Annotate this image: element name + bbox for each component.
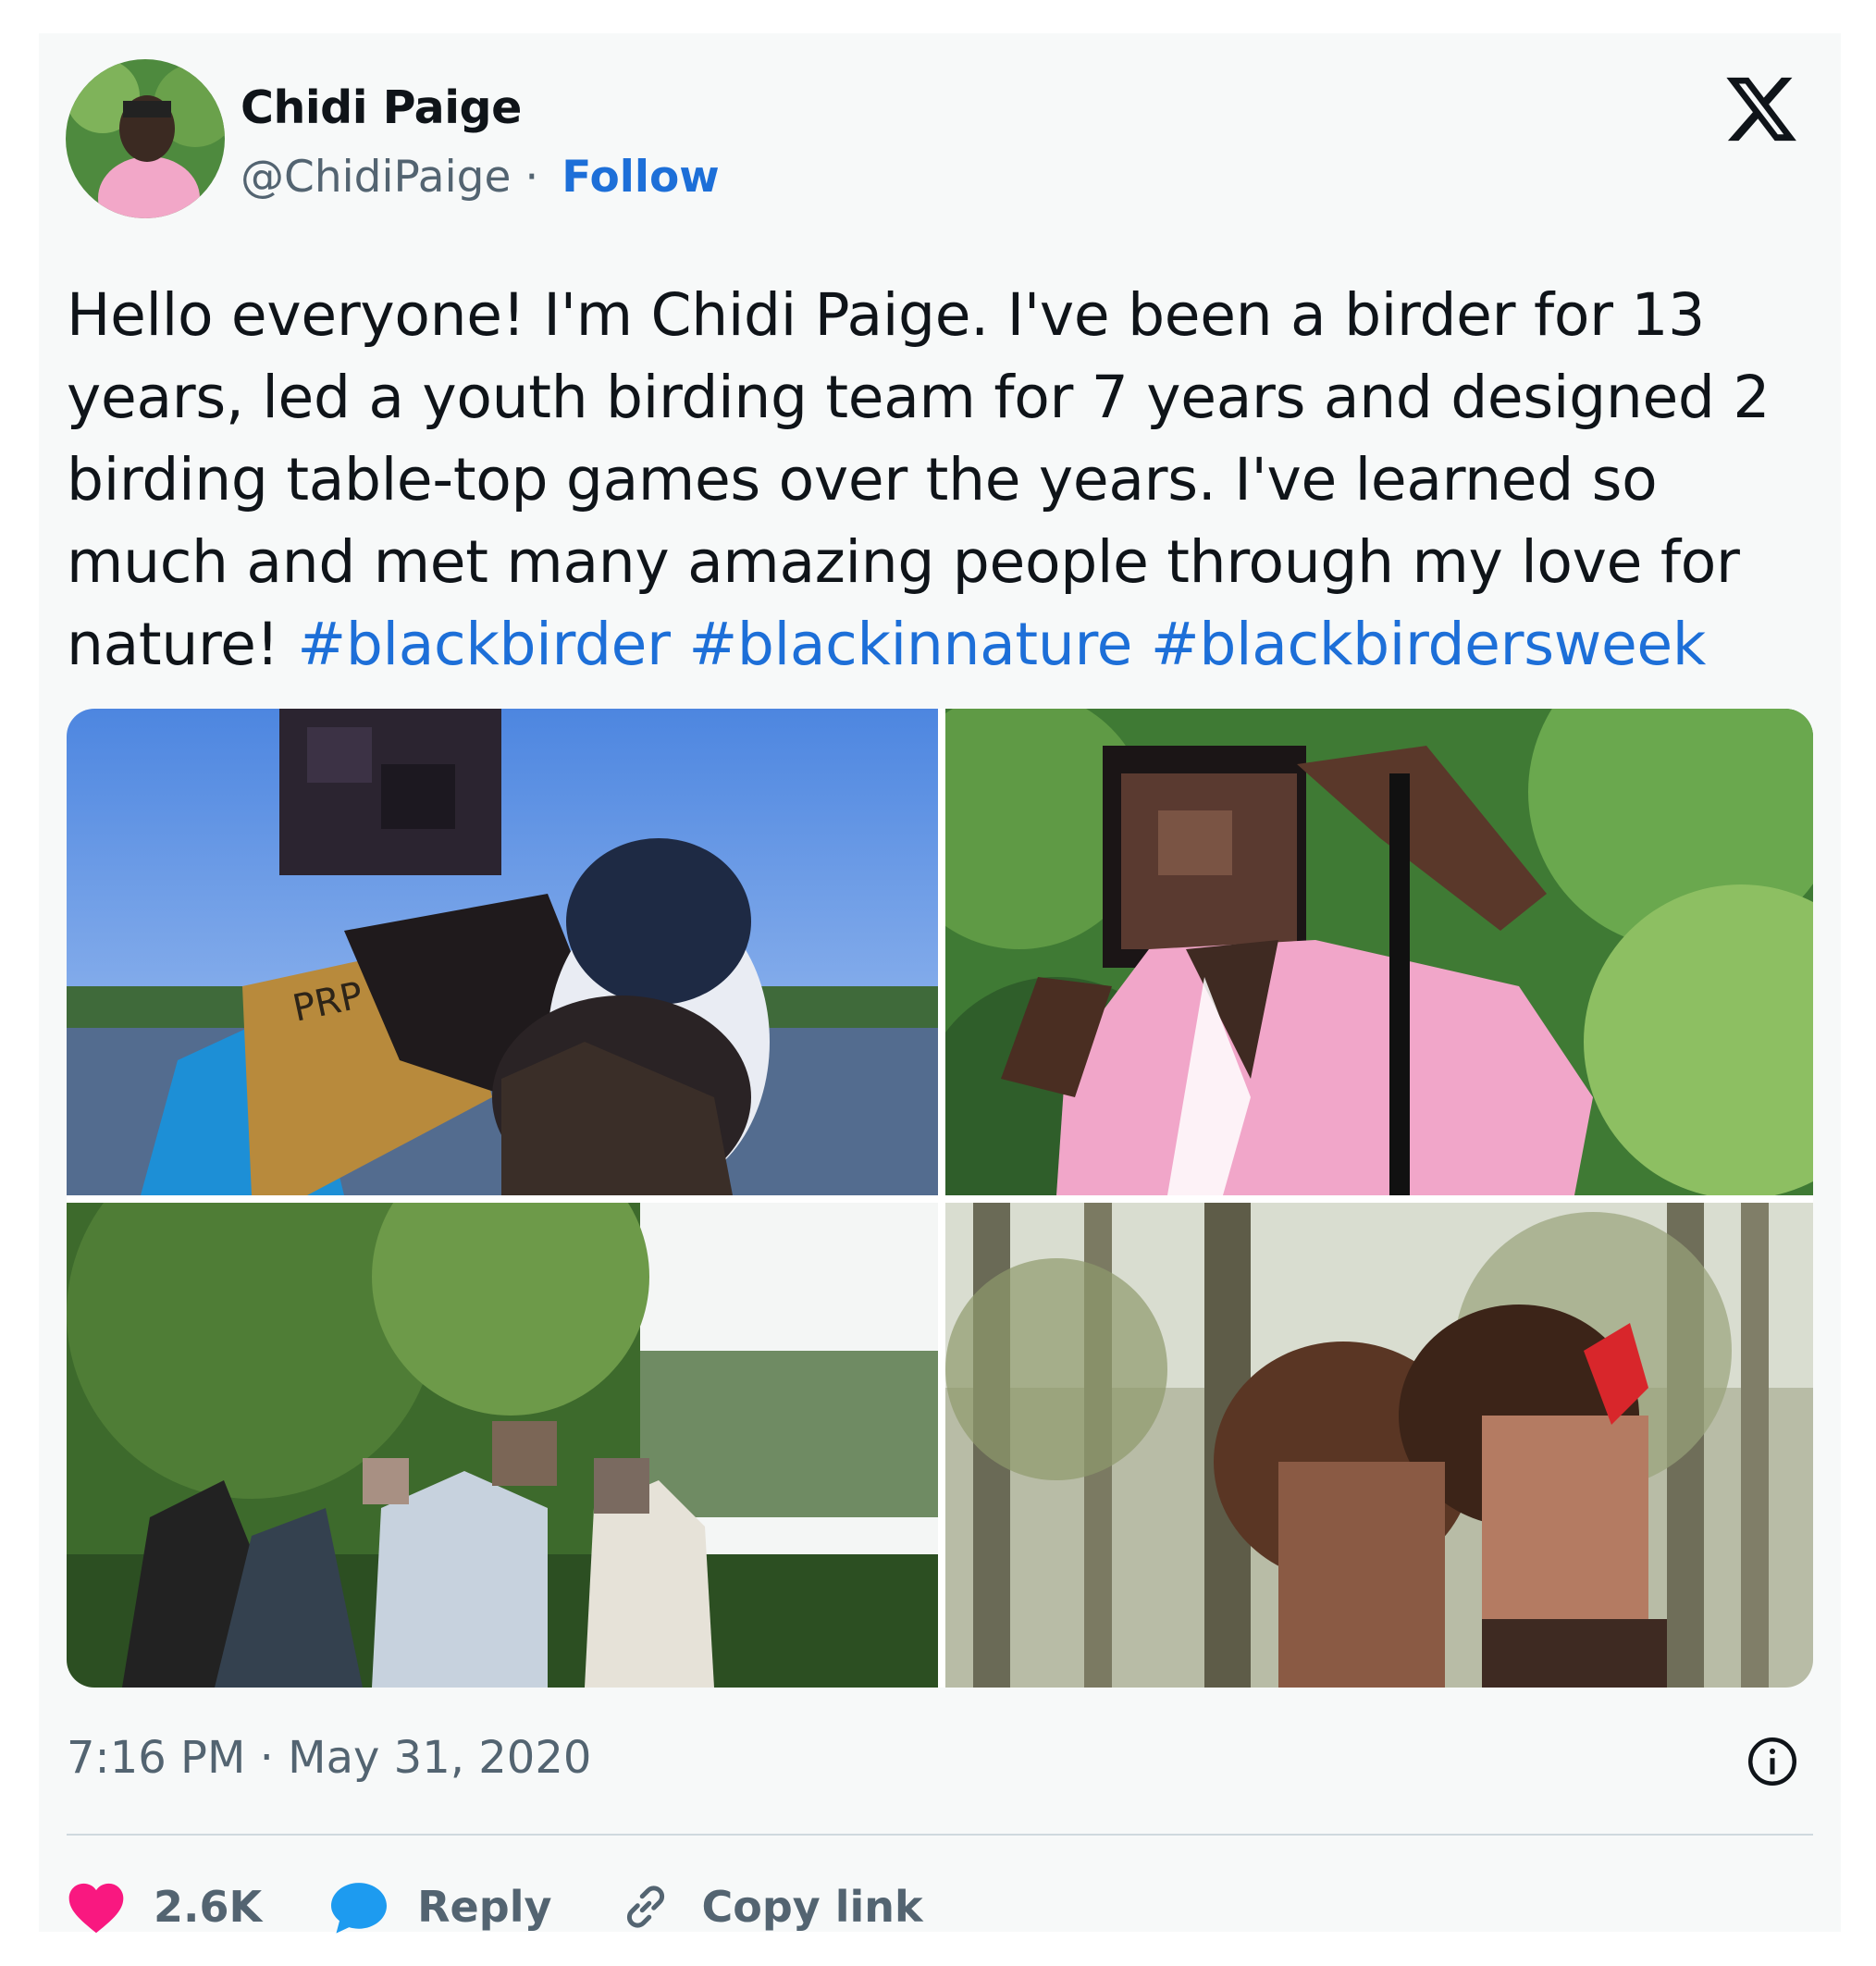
link-icon bbox=[627, 1886, 665, 1928]
heart-icon bbox=[68, 1883, 124, 1934]
media-grid: PRP bbox=[67, 709, 1813, 1688]
photo-group-birding-image bbox=[67, 1203, 938, 1688]
photo-binoculars[interactable] bbox=[945, 709, 1813, 1195]
author-avatar[interactable] bbox=[66, 59, 225, 218]
photo-osprey-image: PRP bbox=[67, 709, 938, 1195]
reply-bubble-icon bbox=[331, 1883, 388, 1934]
author-handle-row: @ChidiPaige · Follow bbox=[241, 152, 720, 203]
x-logo-icon[interactable] bbox=[1722, 70, 1800, 148]
photo-group-birding[interactable] bbox=[67, 1203, 938, 1688]
action-bar: 2.6K Reply Copy link bbox=[67, 1874, 990, 1939]
like-button[interactable]: 2.6K bbox=[67, 1879, 262, 1935]
info-icon[interactable] bbox=[1745, 1734, 1800, 1789]
tweet-timestamp[interactable]: 7:16 PM · May 31, 2020 bbox=[67, 1732, 591, 1784]
hashtag-blackbirdersweek[interactable]: #blackbirdersweek bbox=[1151, 611, 1707, 678]
tweet-text: Hello everyone! I'm Chidi Paige. I've be… bbox=[67, 274, 1815, 686]
author-handle[interactable]: @ChidiPaige bbox=[241, 152, 511, 203]
hashtag-blackinnature[interactable]: #blackinnature bbox=[688, 611, 1132, 678]
reply-button[interactable]: Reply bbox=[328, 1879, 551, 1935]
avatar-image bbox=[66, 59, 225, 218]
copy-link-button[interactable]: Copy link bbox=[618, 1879, 923, 1935]
hashtag-blackbirder[interactable]: #blackbirder bbox=[297, 611, 671, 678]
photo-osprey[interactable]: PRP bbox=[67, 709, 938, 1195]
reply-label: Reply bbox=[417, 1882, 552, 1932]
photo-forest-selfie[interactable] bbox=[945, 1203, 1813, 1688]
separator-dot: · bbox=[525, 152, 539, 203]
photo-forest-selfie-image bbox=[945, 1203, 1813, 1688]
copy-link-label: Copy link bbox=[701, 1882, 923, 1932]
tweet-card: Chidi Paige @ChidiPaige · Follow Hello e… bbox=[39, 33, 1841, 1934]
follow-button[interactable]: Follow bbox=[562, 152, 719, 203]
divider bbox=[67, 1834, 1813, 1836]
photo-binoculars-image bbox=[945, 709, 1813, 1195]
like-count: 2.6K bbox=[154, 1882, 263, 1932]
author-name[interactable]: Chidi Paige bbox=[241, 81, 522, 134]
